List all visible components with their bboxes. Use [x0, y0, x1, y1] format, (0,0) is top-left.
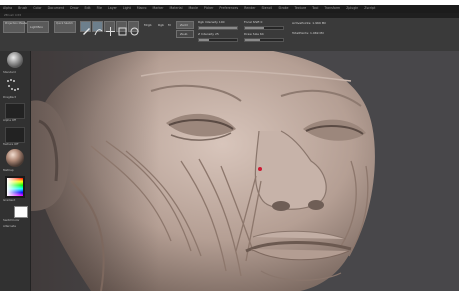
focal-shift-slider[interactable]: [244, 26, 284, 30]
brush-sphere-icon: [7, 52, 23, 68]
draw-icon: [94, 29, 103, 36]
menu-item-alpha[interactable]: Alpha: [3, 7, 12, 10]
menu-item-color[interactable]: Color: [33, 7, 41, 10]
rgb-intensity-slider[interactable]: [198, 26, 238, 30]
material-sphere-icon: [6, 149, 24, 167]
active-points-readout: ActivePoints: 1.969 Mil: [292, 21, 327, 25]
lightbox-button[interactable]: LightBox: [27, 21, 49, 33]
edit-icon: [83, 28, 90, 35]
menu-item-material[interactable]: Material: [170, 7, 183, 10]
zsub-button[interactable]: Zsub: [176, 30, 194, 38]
zadd-label: Zadd: [180, 23, 188, 27]
menu-item-zplugin[interactable]: Zplugin: [346, 7, 358, 10]
zbrush-window: Alpha Brush Color Document Draw Edit File Layer…: [0, 5, 459, 291]
draw-size-slider[interactable]: [244, 38, 284, 42]
material-slot[interactable]: [3, 147, 27, 169]
color-picker-icon: [5, 176, 25, 198]
texture-slot[interactable]: [5, 127, 25, 143]
menu-item-marker[interactable]: Marker: [153, 7, 164, 10]
left-tray: Standard DragRect Alpha Off Texture Off …: [0, 51, 31, 291]
alpha-square-icon: [6, 104, 24, 118]
menu-item-layer[interactable]: Layer: [108, 7, 117, 10]
menu-item-texture[interactable]: Texture: [294, 7, 306, 10]
stroke-dots-icon: [7, 79, 19, 91]
rotate-icon: [130, 27, 139, 36]
menu-item-zscript[interactable]: Zscript: [364, 7, 375, 10]
lightbox-label: LightBox: [30, 25, 44, 29]
projection-master-button[interactable]: Projection Master: [3, 21, 28, 33]
menu-item-file[interactable]: File: [97, 7, 102, 10]
menu-item-macro[interactable]: Macro: [137, 7, 147, 10]
zadd-button[interactable]: Zadd: [176, 21, 194, 29]
white-swatch[interactable]: [14, 206, 28, 218]
rotate-button[interactable]: [128, 21, 139, 36]
stroke-slot[interactable]: [3, 75, 27, 95]
menu-item-picker[interactable]: Picker: [204, 7, 214, 10]
alternate-label: Alternate: [3, 224, 16, 228]
menu-item-transform[interactable]: Transform: [324, 7, 340, 10]
scale-button[interactable]: [116, 21, 127, 36]
brush-cursor-marker: [258, 167, 262, 171]
menu-item-stroke[interactable]: Stroke: [278, 7, 288, 10]
menu-item-draw[interactable]: Draw: [70, 7, 78, 10]
menu-item-movie[interactable]: Movie: [188, 7, 197, 10]
canvas-viewport[interactable]: [31, 51, 459, 291]
zsub-label: Zsub: [180, 32, 188, 36]
move-button[interactable]: [104, 21, 115, 36]
draw-button[interactable]: [92, 21, 103, 36]
focal-shift-label: Focal Shift 0: [244, 20, 263, 24]
gradient-label: Gradient: [3, 198, 16, 202]
z-intensity-slider[interactable]: [198, 38, 238, 42]
z-intensity-label: Z Intensity 25: [198, 32, 219, 36]
brush-slot[interactable]: [3, 51, 27, 71]
menu-item-brush[interactable]: Brush: [18, 7, 27, 10]
rgb-intensity-label: Rgb Intensity 100: [198, 20, 225, 24]
menu-item-render[interactable]: Render: [244, 7, 255, 10]
m-toggle[interactable]: M: [168, 24, 171, 27]
menu-item-stencil[interactable]: Stencil: [262, 7, 273, 10]
menu-item-light[interactable]: Light: [123, 7, 131, 10]
menu-item-edit[interactable]: Edit: [84, 7, 90, 10]
stroke-label: DragRect: [3, 95, 16, 99]
menu-item-document[interactable]: Document: [48, 7, 65, 10]
top-toolbar: Projection Master LightBox Quick Sketch …: [0, 18, 459, 52]
menu-item-preferences[interactable]: Preferences: [219, 7, 238, 10]
scale-icon: [118, 27, 127, 36]
menu-item-tool[interactable]: Tool: [312, 7, 318, 10]
edit-button[interactable]: [80, 21, 91, 35]
draw-size-label: Draw Size 64: [244, 32, 264, 36]
mrgb-toggle[interactable]: Mrgb: [144, 24, 152, 27]
color-picker[interactable]: [4, 175, 26, 199]
switch-color-label: SwitchColor: [3, 218, 20, 222]
alpha-label: Alpha Off: [3, 118, 16, 122]
move-icon: [106, 27, 115, 36]
alpha-slot[interactable]: [5, 103, 25, 119]
total-points-readout: TotalPoints: 1.969 Mil: [292, 31, 324, 35]
white-swatch-icon: [15, 207, 27, 217]
rgb-toggle[interactable]: Rgb: [158, 24, 164, 27]
texture-label: Texture Off: [3, 142, 19, 146]
material-label: MatCap: [3, 168, 14, 172]
brush-label: Standard: [3, 70, 16, 74]
quick-sketch-button[interactable]: Quick Sketch: [54, 21, 76, 33]
projection-master-label: Projection Master: [5, 22, 28, 25]
sculpted-head-model[interactable]: [31, 51, 459, 291]
quick-sketch-label: Quick Sketch: [56, 22, 73, 25]
menu-bar: Alpha Brush Color Document Draw Edit File Layer…: [0, 5, 459, 13]
